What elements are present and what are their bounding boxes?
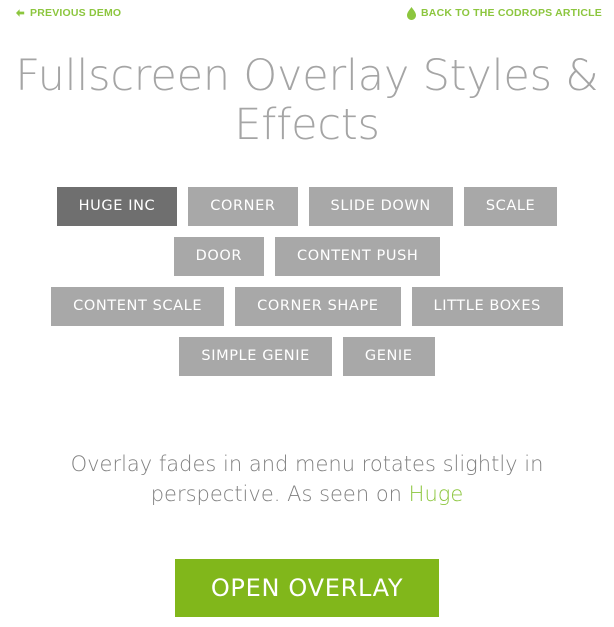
demo-description-text: Overlay fades in and menu rotates slight… <box>70 451 544 506</box>
demo-button-slide-down[interactable]: SLIDE DOWN <box>308 186 453 226</box>
arrow-left-icon <box>14 8 25 19</box>
back-to-article-label: BACK TO THE CODROPS ARTICLE <box>421 7 602 19</box>
demo-button-huge-inc[interactable]: HUGE INC <box>56 186 178 226</box>
demo-switcher: HUGE INC CORNER SLIDE DOWN SCALE DOOR CO… <box>0 186 614 376</box>
demo-row: SIMPLE GENIE GENIE <box>179 336 435 376</box>
demo-button-genie[interactable]: GENIE <box>342 336 435 376</box>
demo-description: Overlay fades in and menu rotates slight… <box>0 376 614 510</box>
codrops-leaf-icon <box>407 6 416 20</box>
codrops-top-links: PREVIOUS DEMO BACK TO THE CODROPS ARTICL… <box>0 0 614 26</box>
demo-button-content-push[interactable]: CONTENT PUSH <box>275 236 441 276</box>
previous-demo-label: PREVIOUS DEMO <box>30 7 122 19</box>
page-title: Fullscreen Overlay Styles & Effects <box>15 51 599 151</box>
huge-link[interactable]: Huge <box>409 482 464 506</box>
demo-row: DOOR CONTENT PUSH <box>173 236 441 276</box>
demo-row: CONTENT SCALE CORNER SHAPE LITTLE BOXES <box>51 286 563 326</box>
demo-button-corner[interactable]: CORNER <box>188 186 298 226</box>
open-overlay-container: OPEN OVERLAY <box>0 558 614 617</box>
demo-button-door[interactable]: DOOR <box>173 236 265 276</box>
demo-button-simple-genie[interactable]: SIMPLE GENIE <box>179 336 332 376</box>
previous-demo-link[interactable]: PREVIOUS DEMO <box>14 6 121 20</box>
demo-button-corner-shape[interactable]: CORNER SHAPE <box>235 286 401 326</box>
demo-button-scale[interactable]: SCALE <box>463 186 558 226</box>
demo-button-little-boxes[interactable]: LITTLE BOXES <box>411 286 563 326</box>
demo-row: HUGE INC CORNER SLIDE DOWN SCALE <box>56 186 558 226</box>
demo-button-content-scale[interactable]: CONTENT SCALE <box>51 286 225 326</box>
back-to-article-link[interactable]: BACK TO THE CODROPS ARTICLE <box>407 6 602 20</box>
open-overlay-button[interactable]: OPEN OVERLAY <box>174 558 440 617</box>
